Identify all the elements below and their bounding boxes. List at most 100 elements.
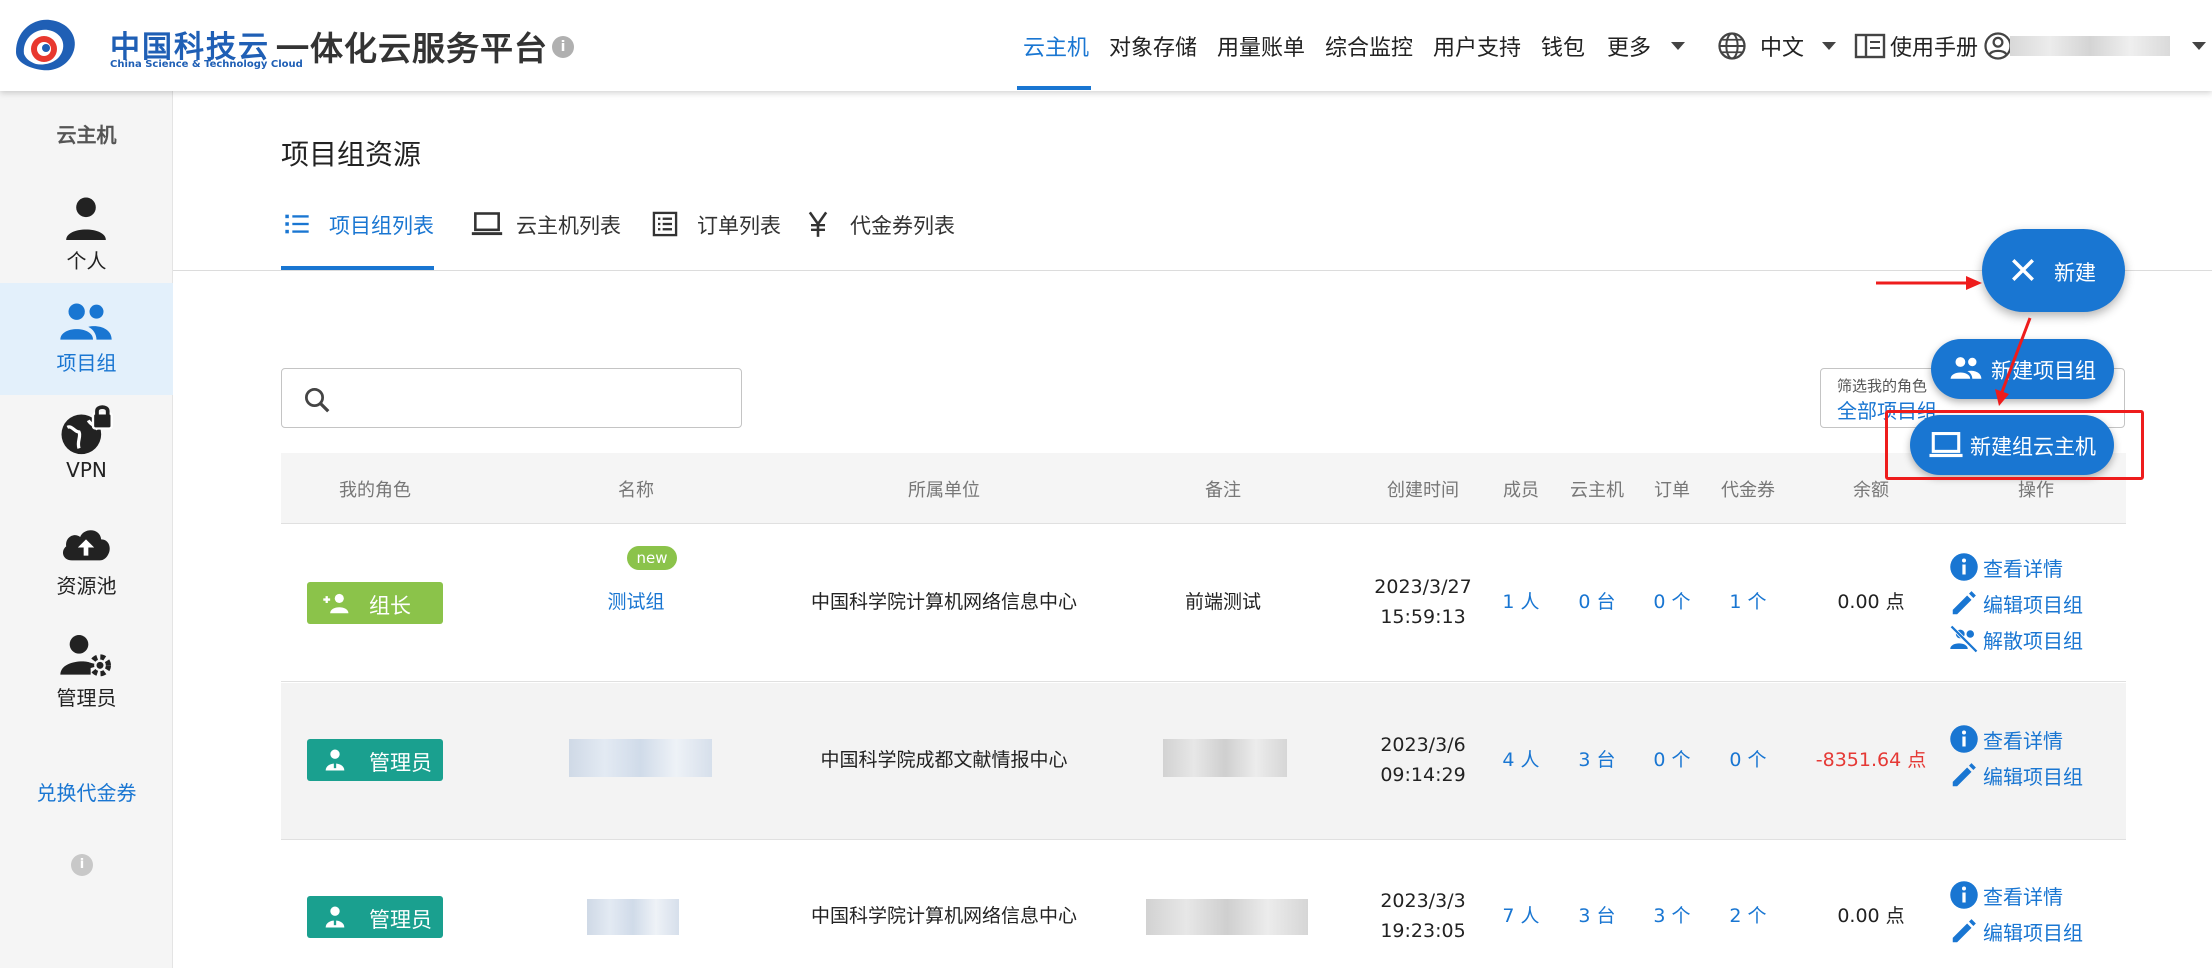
column-header: 备注 bbox=[1205, 480, 1241, 501]
globe-icon[interactable] bbox=[1717, 31, 1747, 61]
orders-link[interactable]: 3 个 bbox=[1653, 901, 1690, 931]
nav-monitoring[interactable]: 综合监控 bbox=[1325, 30, 1413, 62]
created-time: 19:23:05 bbox=[1380, 920, 1466, 942]
group-name-link[interactable]: 测试组 bbox=[607, 587, 664, 617]
action-label: 解散项目组 bbox=[1983, 629, 2083, 653]
tab-order-list[interactable]: 订单列表 bbox=[651, 208, 791, 244]
tab-divider bbox=[173, 270, 2212, 271]
org-cell: 中国科学院成都文献情报中心 bbox=[820, 749, 1068, 771]
pencil-icon bbox=[1952, 763, 1976, 787]
person-icon bbox=[66, 197, 106, 240]
table-row: 管理员 中国科学院计算机网络信息中心 2023/3/3 19:23:05 7 人… bbox=[281, 841, 2126, 968]
fab-label: 新建 bbox=[2054, 261, 2096, 285]
chevron-down-icon[interactable] bbox=[1671, 42, 1685, 50]
info-icon[interactable]: i bbox=[71, 854, 93, 876]
vouchers-link[interactable]: 1 个 bbox=[1729, 587, 1766, 617]
action-label: 查看详情 bbox=[1983, 729, 2063, 753]
new-badge: new bbox=[627, 546, 677, 570]
account-icon[interactable] bbox=[1983, 31, 2013, 61]
sidebar-item-resource-pool[interactable]: 资源池 bbox=[0, 506, 173, 618]
nav-object-storage[interactable]: 对象存储 bbox=[1109, 30, 1197, 62]
group-icon bbox=[1950, 357, 1982, 379]
members-link[interactable]: 4 人 bbox=[1502, 745, 1539, 775]
cloud-upload-icon bbox=[62, 530, 110, 561]
role-label: 组长 bbox=[369, 594, 411, 618]
china-science-cloud-logo-icon[interactable] bbox=[10, 14, 80, 76]
annotation-arrowhead bbox=[1966, 276, 1982, 290]
org-cell: 中国科学院计算机网络信息中心 bbox=[810, 905, 1078, 927]
column-header: 订单 bbox=[1654, 480, 1690, 501]
nav-cloud-host[interactable]: 云主机 bbox=[1023, 30, 1089, 62]
hosts-link[interactable]: 3 台 bbox=[1578, 901, 1615, 931]
group-name-blurred[interactable] bbox=[587, 899, 679, 935]
members-link[interactable]: 7 人 bbox=[1502, 901, 1539, 931]
annotation-highlight-box bbox=[1885, 410, 2144, 480]
nav-user-support[interactable]: 用户支持 bbox=[1433, 30, 1521, 62]
sidebar-title: 云主机 bbox=[56, 123, 117, 147]
search-input[interactable] bbox=[281, 368, 742, 428]
close-icon bbox=[2012, 259, 2034, 281]
fab-sub-label: 新建项目组 bbox=[1991, 359, 2096, 383]
note-blurred bbox=[1163, 739, 1287, 777]
table-row: 组长 new 测试组 中国科学院计算机网络信息中心 前端测试 2023/3/27… bbox=[281, 525, 2126, 682]
vouchers-link[interactable]: 0 个 bbox=[1729, 745, 1766, 775]
hosts-link[interactable]: 3 台 bbox=[1578, 745, 1615, 775]
hosts-link[interactable]: 0 台 bbox=[1578, 587, 1615, 617]
note-cell: 前端测试 bbox=[1184, 591, 1262, 613]
order-list-icon bbox=[652, 211, 678, 237]
orders-link[interactable]: 0 个 bbox=[1653, 745, 1690, 775]
info-icon bbox=[1950, 725, 1978, 753]
sidebar-item-admin[interactable]: 管理员 bbox=[0, 618, 173, 730]
column-header: 创建时间 bbox=[1387, 480, 1459, 501]
column-header: 所属单位 bbox=[908, 480, 980, 501]
nav-usage-bill[interactable]: 用量账单 bbox=[1217, 30, 1305, 62]
admin-person-icon bbox=[325, 906, 345, 928]
admin-person-icon bbox=[325, 749, 345, 771]
sidebar-item-label: 资源池 bbox=[56, 574, 117, 598]
tab-label: 订单列表 bbox=[697, 214, 781, 238]
manual-book-icon[interactable] bbox=[1854, 32, 1886, 60]
list-icon bbox=[285, 214, 309, 234]
user-manual-link[interactable]: 使用手册 bbox=[1890, 30, 1978, 62]
nav-more[interactable]: 更多 bbox=[1607, 30, 1651, 62]
new-project-group-button[interactable]: 新建项目组 bbox=[1931, 339, 2114, 399]
language-select[interactable]: 中文 bbox=[1760, 30, 1804, 62]
pencil-icon bbox=[1952, 919, 1976, 943]
vouchers-link[interactable]: 2 个 bbox=[1729, 901, 1766, 931]
username-blurred[interactable] bbox=[2010, 36, 2170, 56]
created-time: 15:59:13 bbox=[1380, 606, 1466, 628]
column-header: 成员 bbox=[1503, 480, 1539, 501]
action-label: 编辑项目组 bbox=[1983, 593, 2083, 617]
yen-icon bbox=[808, 211, 828, 237]
tab-label: 代金券列表 bbox=[850, 214, 955, 238]
exchange-voucher-link[interactable]: 兑换代金券 bbox=[0, 777, 173, 806]
chevron-down-icon[interactable] bbox=[2192, 42, 2206, 50]
column-header: 余额 bbox=[1853, 480, 1889, 501]
column-header: 名称 bbox=[618, 480, 654, 501]
role-label: 管理员 bbox=[369, 751, 432, 775]
sidebar-item-label: 个人 bbox=[66, 249, 107, 273]
column-header: 代金券 bbox=[1721, 480, 1775, 501]
sidebar-item-project-group[interactable]: 项目组 bbox=[0, 283, 173, 395]
top-header: 中国科技云 China Science & Technology Cloud 一… bbox=[0, 0, 2212, 91]
group-name-blurred[interactable] bbox=[569, 739, 712, 777]
group-off-icon bbox=[1950, 625, 1978, 653]
info-icon[interactable]: i bbox=[552, 36, 574, 58]
sidebar-item-label: VPN bbox=[66, 458, 107, 482]
members-link[interactable]: 1 人 bbox=[1502, 587, 1539, 617]
platform-title: 一体化云服务平台 bbox=[276, 29, 548, 68]
tab-cloud-host-list[interactable]: 云主机列表 bbox=[470, 208, 630, 244]
sidebar-item-personal[interactable]: 个人 bbox=[0, 181, 173, 293]
chevron-down-icon[interactable] bbox=[1822, 42, 1836, 50]
tab-label: 项目组列表 bbox=[329, 214, 434, 238]
action-label: 编辑项目组 bbox=[1983, 921, 2083, 945]
sidebar-item-vpn[interactable]: VPN bbox=[0, 394, 173, 506]
group-icon bbox=[60, 303, 112, 340]
action-label: 查看详情 bbox=[1983, 885, 2063, 909]
new-fab-button[interactable]: 新建 bbox=[1982, 229, 2125, 312]
admin-gear-icon bbox=[60, 635, 111, 677]
nav-wallet[interactable]: 钱包 bbox=[1541, 30, 1585, 62]
tab-project-group-list[interactable]: 项目组列表 bbox=[283, 208, 443, 244]
orders-link[interactable]: 0 个 bbox=[1653, 587, 1690, 617]
tab-voucher-list[interactable]: 代金券列表 bbox=[804, 208, 974, 244]
